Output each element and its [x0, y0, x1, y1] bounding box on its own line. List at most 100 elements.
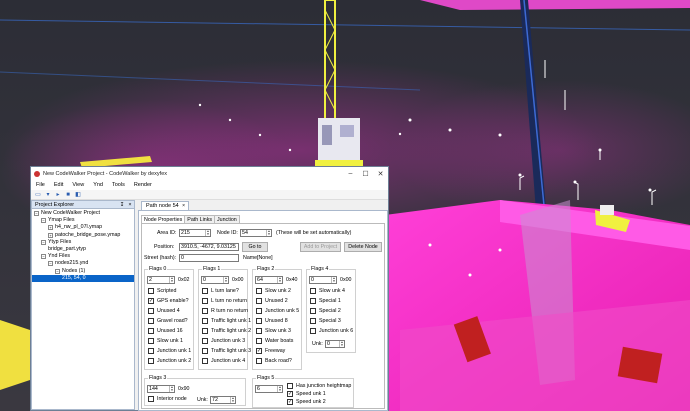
spin-arrows-icon[interactable]: ▲ ▼	[277, 277, 282, 283]
flags0-value-stepper[interactable]: 2 ▲ ▼	[147, 276, 175, 284]
checkbox-box[interactable]	[202, 288, 208, 294]
tab-path-links[interactable]: Path Links	[184, 215, 216, 223]
tree-node[interactable]: − Ynd Files	[32, 253, 134, 260]
save-icon[interactable]: ■	[64, 191, 72, 199]
save-all-icon[interactable]: ◧	[74, 191, 82, 199]
spin-arrows-icon[interactable]: ▲ ▼	[331, 277, 336, 283]
minimize-button[interactable]: –	[343, 167, 358, 180]
flags1-value-stepper[interactable]: 0 ▲ ▼	[201, 276, 229, 284]
flag-checkbox[interactable]: Slow unk 3	[256, 328, 291, 334]
checkbox-box[interactable]	[148, 348, 154, 354]
flags4-unk-stepper[interactable]: 0 ▲ ▼	[325, 340, 345, 348]
spin-arrows-icon[interactable]: ▲ ▼	[339, 341, 344, 347]
spin-arrows-icon[interactable]: ▲ ▼	[277, 386, 282, 392]
flag-checkbox[interactable]: Traffic light unk 2	[202, 328, 251, 334]
menu-file[interactable]: File	[36, 182, 45, 188]
tab-path-node[interactable]: Path node 54 ×	[141, 201, 189, 210]
collapse-icon[interactable]: −	[41, 239, 46, 245]
tree-node[interactable]: − New CodeWalker Project	[32, 210, 134, 217]
checkmark-icon[interactable]: ✓	[256, 348, 262, 354]
checkbox-box[interactable]	[256, 288, 262, 294]
menu-ynd[interactable]: Ynd	[93, 182, 103, 188]
close-button[interactable]: ✕	[373, 167, 388, 180]
flag-checkbox[interactable]: Special 3	[310, 318, 341, 324]
checkbox-box[interactable]	[148, 358, 154, 364]
spin-arrows-icon[interactable]: ▲ ▼	[205, 230, 210, 236]
add-to-project-button[interactable]: Add to Project	[300, 242, 341, 252]
flag-checkbox[interactable]: Water boats	[256, 338, 293, 344]
project-tree[interactable]: − New CodeWalker Project − Ymap Files + h4_nw…	[31, 209, 135, 410]
checkbox-box[interactable]	[256, 328, 262, 334]
tab-node-properties[interactable]: Node Properties	[141, 215, 186, 223]
street-hash-field[interactable]: 0	[179, 254, 239, 262]
menu-edit[interactable]: Edit	[54, 182, 63, 188]
tree-node[interactable]: 215, 54, 0	[32, 274, 134, 282]
flag-checkbox[interactable]: Junction unk 3	[202, 338, 245, 344]
checkbox-box[interactable]	[202, 328, 208, 334]
node-id-stepper[interactable]: 54 ▲ ▼	[240, 229, 272, 237]
checkbox-box[interactable]	[202, 298, 208, 304]
flag-checkbox[interactable]: Back road?	[256, 358, 292, 364]
checkbox-box[interactable]	[202, 348, 208, 354]
maximize-button[interactable]: ☐	[358, 167, 373, 180]
expand-icon[interactable]: +	[48, 225, 53, 231]
tree-node[interactable]: + patoche_bridge_pose.ymap	[32, 232, 134, 239]
flags5-value-stepper[interactable]: 6 ▲ ▼	[255, 385, 283, 393]
checkbox-box[interactable]	[148, 396, 154, 402]
menu-view[interactable]: View	[72, 182, 84, 188]
flag-checkbox[interactable]: Junction unk 2	[148, 358, 191, 364]
flag-checkbox[interactable]: Junction unk 5	[256, 308, 299, 314]
checkbox-box[interactable]	[202, 358, 208, 364]
tree-node[interactable]: + h4_nw_pl_07l.ymap	[32, 224, 134, 231]
tree-node[interactable]: − nodes215.ynd	[32, 260, 134, 267]
checkbox-box[interactable]	[148, 318, 154, 324]
flag-checkbox[interactable]: Junction unk 6	[310, 328, 353, 334]
checkbox-box[interactable]	[310, 298, 316, 304]
flag-checkbox[interactable]: ✓ Speed unk 2	[287, 399, 326, 405]
flag-checkbox[interactable]: Unused 16	[148, 328, 183, 334]
flag-checkbox[interactable]: ✓ Freeway	[256, 348, 285, 354]
pin-icon[interactable]: ↧	[118, 202, 126, 208]
checkmark-icon[interactable]: ✓	[287, 391, 293, 397]
flag-checkbox[interactable]: Unused 8	[256, 318, 288, 324]
collapse-icon[interactable]: −	[55, 268, 60, 274]
checkbox-box[interactable]	[310, 328, 316, 334]
flags3-unk-stepper[interactable]: 72 ▲ ▼	[210, 396, 236, 404]
checkbox-box[interactable]	[148, 288, 154, 294]
menu-render[interactable]: Render	[134, 182, 152, 188]
title-bar[interactable]: New CodeWalker Project - CodeWalker by d…	[31, 167, 388, 180]
checkbox-box[interactable]	[310, 288, 316, 294]
checkbox-box[interactable]	[256, 308, 262, 314]
flag-checkbox[interactable]: Traffic light unk 1	[202, 318, 251, 324]
collapse-icon[interactable]: −	[41, 254, 46, 260]
checkbox-box[interactable]	[148, 308, 154, 314]
checkbox-box[interactable]	[256, 338, 262, 344]
flag-checkbox[interactable]: Junction unk 1	[148, 348, 191, 354]
tree-node[interactable]: − Ytyp Files	[32, 239, 134, 246]
go-to-button[interactable]: Go to	[242, 242, 268, 252]
close-tab-icon[interactable]: ×	[182, 202, 185, 210]
flag-checkbox[interactable]: Junction unk 4	[202, 358, 245, 364]
checkbox-box[interactable]	[256, 358, 262, 364]
flags2-value-stepper[interactable]: 64 ▲ ▼	[255, 276, 283, 284]
flag-checkbox[interactable]: Traffic light unk 3	[202, 348, 251, 354]
menu-tools[interactable]: Tools	[112, 182, 125, 188]
checkmark-icon[interactable]: ✓	[148, 298, 154, 304]
interior-node-checkbox[interactable]: Interior node	[148, 396, 187, 402]
spin-arrows-icon[interactable]: ▲ ▼	[230, 397, 235, 403]
flag-checkbox[interactable]: Scripted	[148, 288, 176, 294]
area-id-stepper[interactable]: 215 ▲ ▼	[179, 229, 211, 237]
flag-checkbox[interactable]: Special 2	[310, 308, 341, 314]
checkbox-box[interactable]	[310, 308, 316, 314]
checkbox-box[interactable]	[148, 328, 154, 334]
checkbox-box[interactable]	[202, 308, 208, 314]
checkbox-box[interactable]	[256, 298, 262, 304]
checkbox-box[interactable]	[202, 318, 208, 324]
delete-node-button[interactable]: Delete Node	[344, 242, 382, 252]
spin-arrows-icon[interactable]: ▲ ▼	[266, 230, 271, 236]
tree-node[interactable]: − Nodes (1)	[32, 268, 134, 275]
new-file-icon[interactable]: ▭	[34, 191, 42, 199]
flags4-value-stepper[interactable]: 0 ▲ ▼	[309, 276, 337, 284]
collapse-icon[interactable]: −	[41, 218, 46, 224]
position-field[interactable]: 3910.5, -4672, 9.03125	[179, 243, 239, 251]
